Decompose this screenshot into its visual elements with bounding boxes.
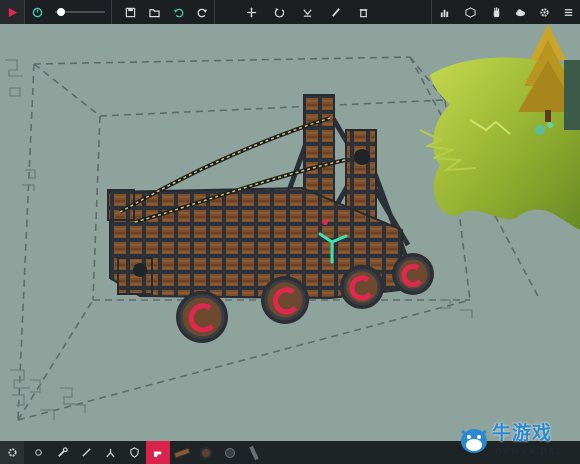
pen-icon (81, 448, 91, 457)
bomb-icon (225, 447, 235, 458)
undo-icon (173, 8, 183, 17)
redo-icon (197, 8, 207, 17)
camera-button[interactable] (508, 0, 532, 24)
category-blocks[interactable] (50, 441, 74, 464)
delete-button[interactable] (351, 0, 375, 24)
cog-icon (34, 449, 42, 456)
gear-icon (7, 448, 17, 457)
play-button[interactable] (0, 0, 24, 24)
wheel[interactable] (340, 265, 384, 309)
tripod-icon (105, 448, 115, 458)
tools-button[interactable] (484, 0, 508, 24)
wrench-icon (57, 447, 68, 457)
wheel[interactable] (261, 276, 309, 324)
build-scene[interactable] (0, 24, 580, 441)
rotate-icon (274, 7, 284, 18)
category-mechanical[interactable] (74, 441, 98, 464)
center-button[interactable] (458, 0, 482, 24)
bar-chart-icon (440, 9, 448, 17)
settings-button[interactable] (532, 0, 556, 24)
mirror-button[interactable] (295, 0, 319, 24)
clock-icon (32, 7, 42, 17)
timescale-slider[interactable] (49, 0, 111, 24)
undo-button[interactable] (166, 0, 190, 24)
part-spike[interactable] (242, 441, 266, 464)
category-armour[interactable] (98, 441, 122, 464)
hand-icon (493, 6, 499, 17)
timescale-button[interactable] (25, 0, 49, 24)
game-viewport[interactable]: 牛游戏 newyx.net (0, 0, 580, 464)
wheel-icon (200, 446, 212, 459)
wheel[interactable] (176, 291, 228, 343)
spike-icon (249, 445, 259, 460)
move-button[interactable] (239, 0, 263, 24)
trash-icon (359, 8, 367, 17)
cloud-icon (515, 8, 525, 16)
wheel[interactable] (392, 253, 434, 295)
part-wheel[interactable] (194, 441, 218, 464)
watermark-title: 牛游戏 (492, 422, 553, 444)
slider-handle[interactable] (57, 8, 65, 16)
rotate-button[interactable] (267, 0, 291, 24)
crossbow-icon (173, 446, 191, 459)
brush-icon (331, 7, 340, 17)
cannon-icon (153, 451, 161, 458)
site-watermark: 牛游戏 newyx.net (455, 414, 580, 464)
watermark-url: newyx.net (495, 444, 562, 457)
category-weaponry[interactable] (146, 441, 170, 464)
divider (214, 0, 215, 24)
stats-button[interactable] (432, 0, 456, 24)
options-button[interactable] (0, 441, 24, 464)
category-shield[interactable] (122, 441, 146, 464)
move-arrows-icon (246, 6, 256, 18)
siege-machine[interactable] (107, 94, 434, 343)
folder-icon (148, 8, 160, 17)
save-icon (125, 7, 135, 17)
cow-logo-icon (461, 429, 487, 453)
top-toolbar (0, 0, 580, 24)
category-basic[interactable] (26, 441, 50, 464)
shield-icon (129, 447, 139, 458)
load-button[interactable] (142, 0, 166, 24)
paint-button[interactable] (323, 0, 347, 24)
menu-button[interactable] (556, 0, 580, 24)
gear-icon (539, 7, 549, 17)
part-bomb[interactable] (218, 441, 242, 464)
divider (111, 0, 112, 24)
play-icon (8, 7, 17, 17)
hamburger-icon (564, 8, 572, 16)
part-crossbow[interactable] (170, 441, 194, 464)
save-button[interactable] (118, 0, 142, 24)
cube-icon (464, 6, 476, 18)
mirror-icon (302, 8, 312, 17)
redo-button[interactable] (190, 0, 214, 24)
